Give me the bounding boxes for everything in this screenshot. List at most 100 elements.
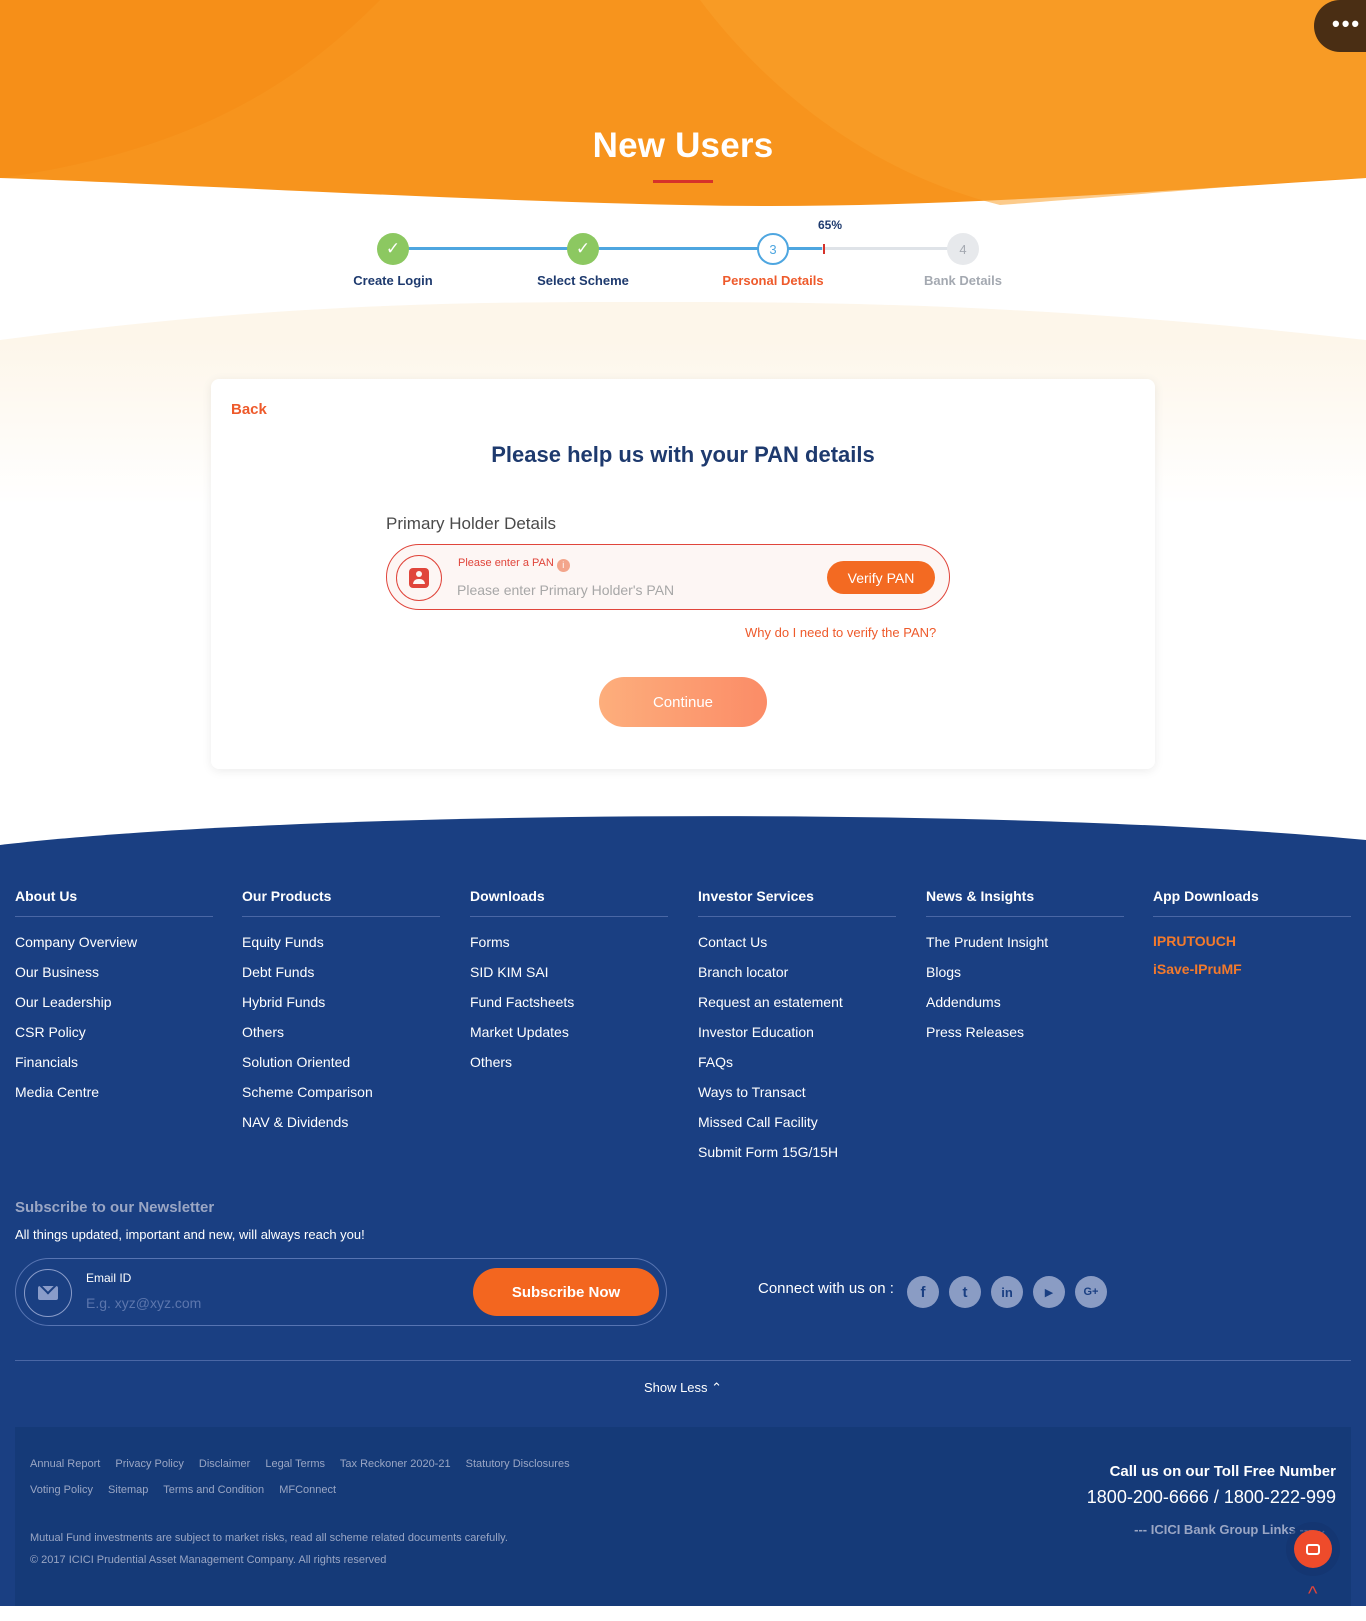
footer-link[interactable]: Branch locator — [698, 957, 896, 987]
progress-stepper: 65% ✓ ✓ 3 4 Create Login Select Scheme P… — [0, 205, 1366, 295]
legal-link[interactable]: Statutory Disclosures — [466, 1458, 570, 1470]
footer-col-news-insights: News & Insights The Prudent Insight Blog… — [926, 888, 1124, 1047]
pan-error-message: Please enter a PAN i — [458, 557, 570, 572]
footer-link[interactable]: NAV & Dividends — [242, 1107, 440, 1137]
toll-free-title: Call us on our Toll Free Number — [1109, 1463, 1336, 1480]
google-plus-icon[interactable]: G+ — [1075, 1276, 1107, 1308]
progress-marker — [823, 244, 825, 254]
footer-link[interactable]: Financials — [15, 1047, 213, 1077]
footer-link[interactable]: Investor Education — [698, 1017, 896, 1047]
footer-link[interactable]: Our Leadership — [15, 987, 213, 1017]
step-2-check-icon: ✓ — [567, 233, 599, 265]
risk-disclaimer: Mutual Fund investments are subject to m… — [30, 1532, 508, 1544]
footer-link[interactable]: Market Updates — [470, 1017, 668, 1047]
newsletter-title: Subscribe to our Newsletter — [15, 1199, 215, 1216]
footer-link[interactable]: Equity Funds — [242, 927, 440, 957]
footer-link[interactable]: Media Centre — [15, 1077, 213, 1107]
legal-link[interactable]: Privacy Policy — [115, 1458, 183, 1470]
scroll-to-top-icon[interactable]: ^ — [1308, 1583, 1317, 1606]
footer-col-downloads: Downloads Forms SID KIM SAI Fund Factshe… — [470, 888, 668, 1077]
connect-label: Connect with us on : — [758, 1280, 894, 1297]
footer-link[interactable]: Submit Form 15G/15H — [698, 1137, 896, 1167]
footer-col-about-us: About Us Company Overview Our Business O… — [15, 888, 213, 1107]
pan-input[interactable] — [457, 579, 807, 601]
footer-link[interactable]: Solution Oriented — [242, 1047, 440, 1077]
footer-link[interactable]: Hybrid Funds — [242, 987, 440, 1017]
subscribe-now-button[interactable]: Subscribe Now — [473, 1268, 659, 1316]
footer-link[interactable]: The Prudent Insight — [926, 927, 1124, 957]
back-link[interactable]: Back — [231, 401, 267, 418]
legal-links-row-2: Voting Policy Sitemap Terms and Conditio… — [30, 1484, 348, 1496]
footer-link[interactable]: CSR Policy — [15, 1017, 213, 1047]
footer-heading-our-products: Our Products — [242, 888, 440, 917]
step-label-bank-details: Bank Details — [923, 273, 1003, 288]
footer-col-app-downloads: App Downloads IPRUTOUCH iSave-IPruMF — [1153, 888, 1351, 983]
footer-col-investor-services: Investor Services Contact Us Branch loca… — [698, 888, 896, 1167]
envelope-icon — [24, 1269, 72, 1317]
legal-link[interactable]: Terms and Condition — [163, 1484, 264, 1496]
card-title: Please help us with your PAN details — [491, 442, 875, 467]
legal-link[interactable]: Voting Policy — [30, 1484, 93, 1496]
verify-pan-button[interactable]: Verify PAN — [827, 561, 935, 594]
legal-link[interactable]: Sitemap — [108, 1484, 148, 1496]
footer-link[interactable]: SID KIM SAI — [470, 957, 668, 987]
step-label-create-login: Create Login — [353, 273, 433, 288]
step-connector-2 — [583, 247, 773, 250]
pan-field-group: Please enter a PANi Verify PAN — [386, 544, 950, 610]
email-input[interactable] — [86, 1292, 446, 1314]
progress-percent: 65% — [818, 218, 843, 232]
newsletter-subtitle: All things updated, important and new, w… — [15, 1227, 365, 1242]
page-bottom-strip — [0, 1606, 1366, 1621]
footer-col-our-products: Our Products Equity Funds Debt Funds Hyb… — [242, 888, 440, 1137]
step-1-check-icon: ✓ — [377, 233, 409, 265]
footer-link[interactable]: FAQs — [698, 1047, 896, 1077]
step-label-select-scheme: Select Scheme — [537, 273, 629, 288]
legal-link[interactable]: Tax Reckoner 2020-21 — [340, 1458, 451, 1470]
footer-link[interactable]: Our Business — [15, 957, 213, 987]
page-title: New Users — [592, 126, 774, 165]
footer-link[interactable]: Contact Us — [698, 927, 896, 957]
footer-link[interactable]: Others — [470, 1047, 668, 1077]
app-link-isave-iprumf[interactable]: iSave-IPruMF — [1153, 955, 1351, 983]
pan-card-icon — [396, 555, 442, 601]
legal-links-row-1: Annual Report Privacy Policy Disclaimer … — [30, 1458, 582, 1470]
footer-link[interactable]: Blogs — [926, 957, 1124, 987]
footer-link[interactable]: Scheme Comparison — [242, 1077, 440, 1107]
legal-link[interactable]: Annual Report — [30, 1458, 100, 1470]
app-link-iprutouch[interactable]: IPRUTOUCH — [1153, 927, 1351, 955]
footer-bottom-band: Annual Report Privacy Policy Disclaimer … — [15, 1427, 1351, 1617]
chat-bubble-icon — [1306, 1543, 1320, 1555]
footer-link[interactable]: Forms — [470, 927, 668, 957]
footer-heading-about-us: About Us — [15, 888, 213, 917]
youtube-icon[interactable]: ▶ — [1033, 1276, 1065, 1308]
footer-link[interactable]: Others — [242, 1017, 440, 1047]
primary-holder-label: Primary Holder Details — [386, 514, 557, 533]
twitter-icon[interactable]: t — [949, 1276, 981, 1308]
newsletter-field-group: Email ID Subscribe Now — [15, 1258, 667, 1326]
chat-icon[interactable] — [1294, 1530, 1332, 1568]
footer-heading-investor-services: Investor Services — [698, 888, 896, 917]
continue-button[interactable]: Continue — [599, 677, 767, 727]
footer-link[interactable]: Fund Factsheets — [470, 987, 668, 1017]
more-dots-icon[interactable]: ••• — [1314, 0, 1366, 52]
footer-link[interactable]: Company Overview — [15, 927, 213, 957]
legal-link[interactable]: Legal Terms — [265, 1458, 325, 1470]
email-label: Email ID — [86, 1271, 132, 1285]
legal-link[interactable]: MFConnect — [279, 1484, 336, 1496]
show-less-toggle[interactable]: Show Less ⌃ — [0, 1380, 1366, 1396]
footer-link[interactable]: Ways to Transact — [698, 1077, 896, 1107]
facebook-icon[interactable]: f — [907, 1276, 939, 1308]
linkedin-icon[interactable]: in — [991, 1276, 1023, 1308]
footer-link[interactable]: Missed Call Facility — [698, 1107, 896, 1137]
footer-link[interactable]: Request an estatement — [698, 987, 896, 1017]
legal-link[interactable]: Disclaimer — [199, 1458, 250, 1470]
footer-link[interactable]: Addendums — [926, 987, 1124, 1017]
info-icon[interactable]: i — [556, 559, 570, 572]
title-underline — [653, 180, 713, 183]
footer-divider — [15, 1360, 1351, 1361]
toll-free-numbers: 1800-200-6666 / 1800-222-999 — [1086, 1487, 1336, 1507]
why-verify-pan-link[interactable]: Why do I need to verify the PAN? — [745, 625, 936, 640]
pan-details-card: Back Please help us with your PAN detail… — [211, 379, 1155, 769]
footer-link[interactable]: Debt Funds — [242, 957, 440, 987]
footer-link[interactable]: Press Releases — [926, 1017, 1124, 1047]
